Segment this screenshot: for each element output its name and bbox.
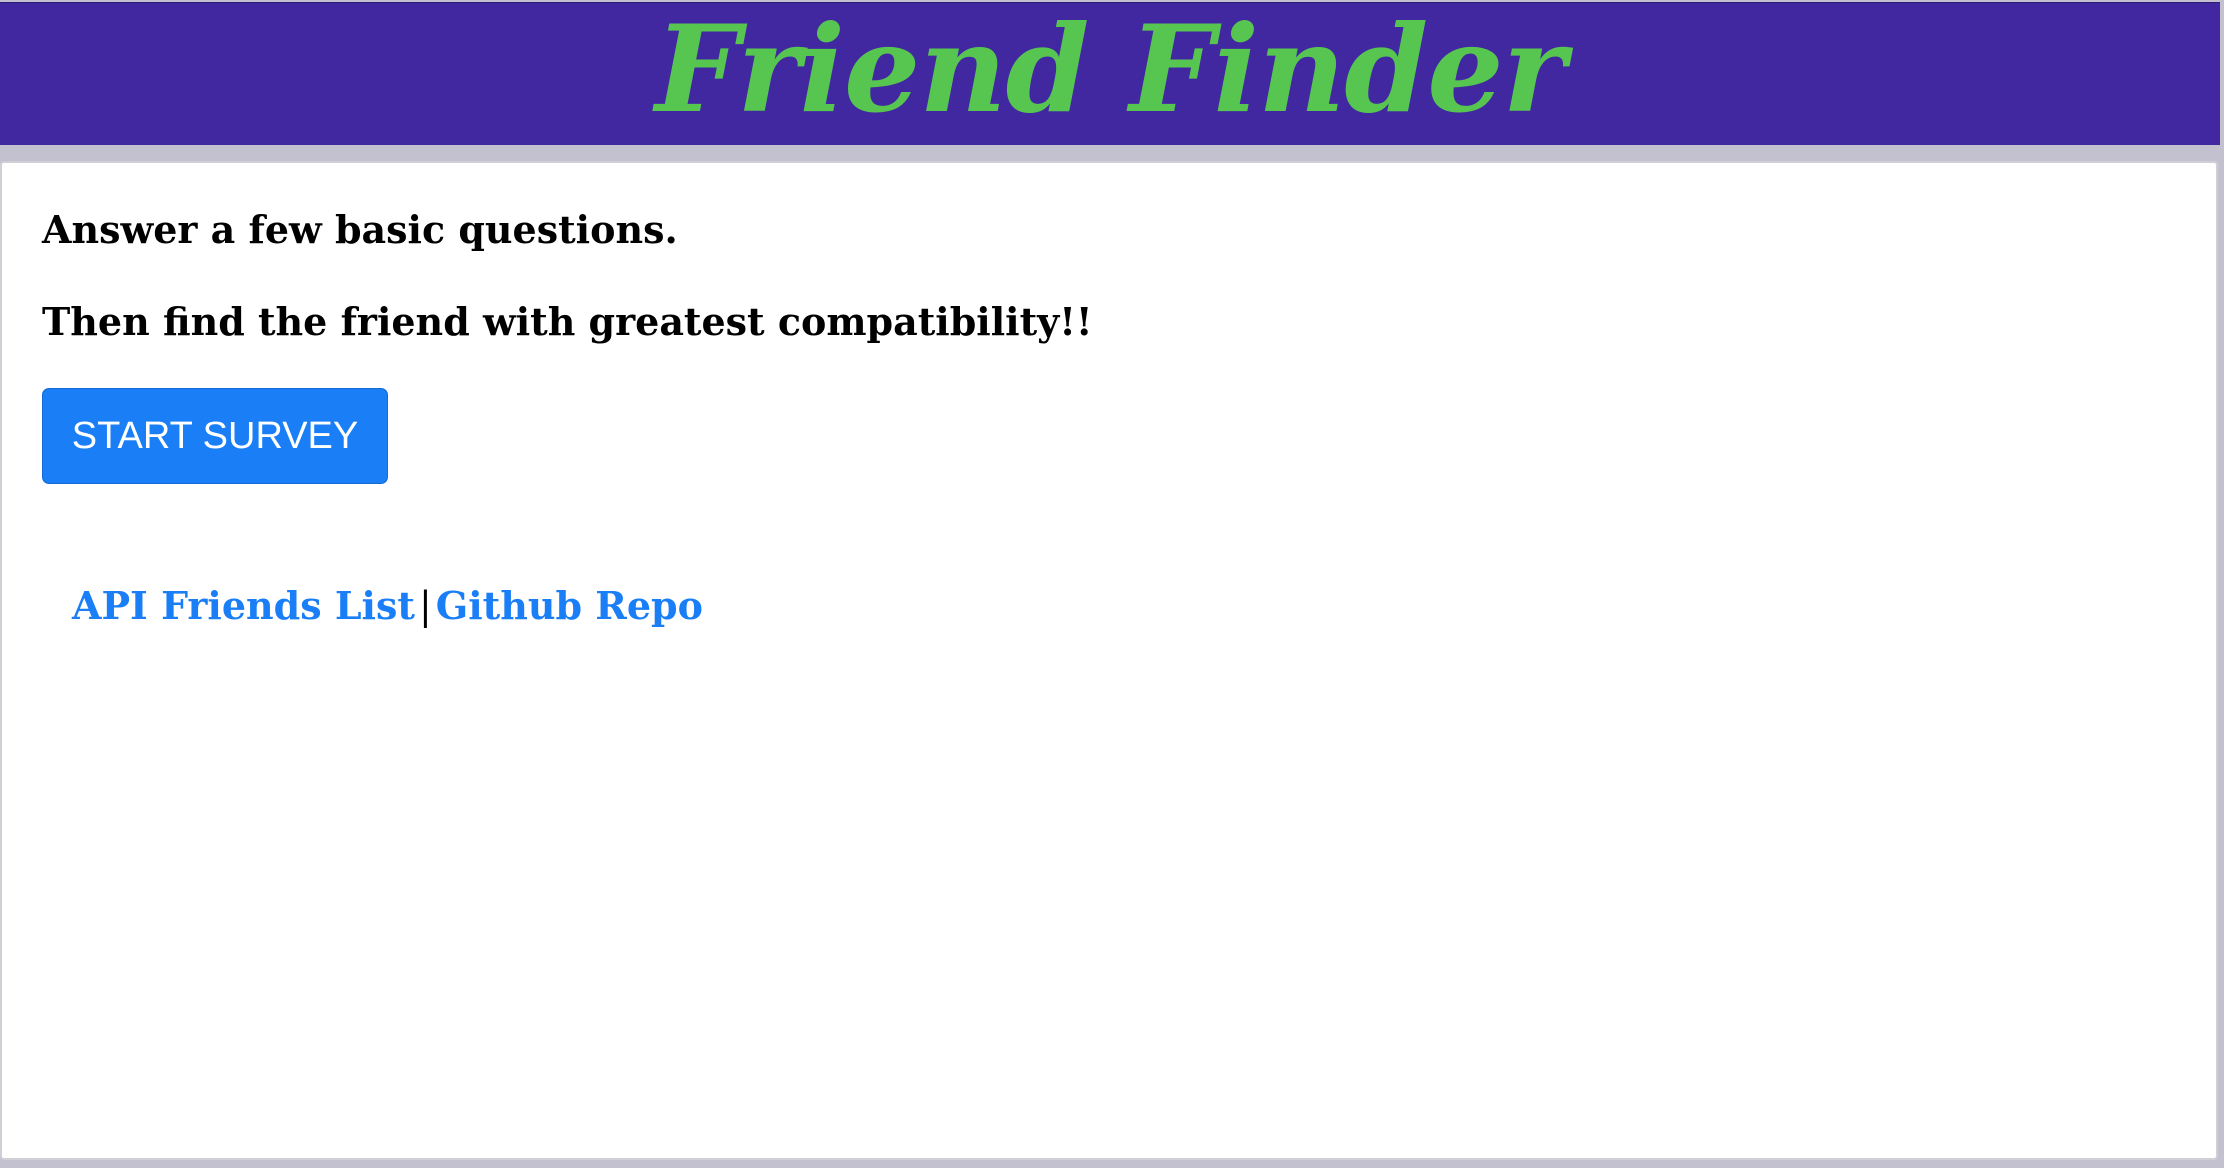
compatibility-text: Then find the friend with greatest compa… — [42, 299, 1093, 344]
intro-text: Answer a few basic questions. — [42, 207, 678, 252]
site-title: Friend Finder — [655, 0, 1566, 140]
start-survey-button[interactable]: START SURVEY — [42, 388, 388, 484]
footer-links: API Friends List | Github Repo — [72, 583, 703, 628]
page: Friend Finder Answer a few basic questio… — [0, 0, 2224, 1168]
header-banner: Friend Finder — [0, 0, 2220, 145]
main-card: Answer a few basic questions. Then find … — [0, 161, 2218, 1160]
link-separator: | — [418, 584, 432, 628]
api-friends-list-link[interactable]: API Friends List — [72, 583, 415, 628]
github-repo-link[interactable]: Github Repo — [436, 583, 703, 628]
